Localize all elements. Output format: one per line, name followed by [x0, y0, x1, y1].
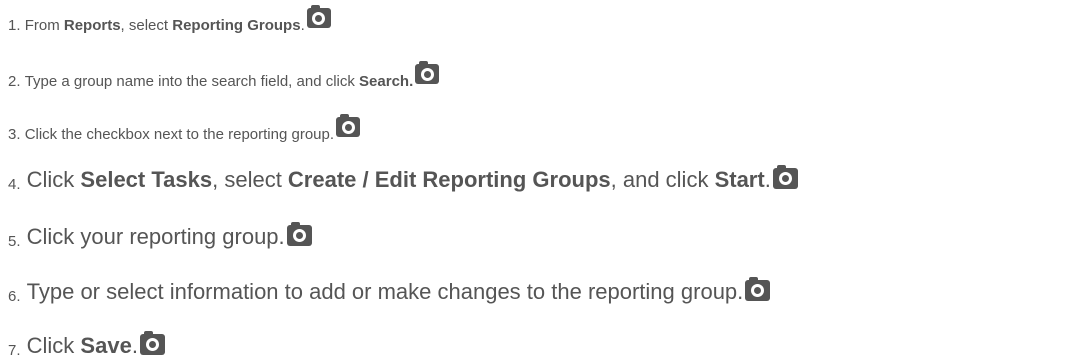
- ui-label-reports: Reports: [63, 17, 121, 34]
- text-segment: From: [24, 17, 64, 34]
- text-segment: Click: [26, 333, 81, 358]
- text-segment: , select: [120, 17, 173, 34]
- step-text: From Reports, select Reporting Groups.: [25, 17, 305, 34]
- step-7: 7. Click Save.: [8, 331, 165, 359]
- step-1: 1. From Reports, select Reporting Groups…: [8, 5, 331, 34]
- text-segment: , select: [212, 167, 288, 192]
- ui-label-reporting-groups: Reporting Groups: [172, 17, 301, 34]
- step-number: 6.: [8, 288, 21, 305]
- ui-label-save: Save: [80, 333, 132, 358]
- camera-icon[interactable]: [415, 61, 440, 84]
- step-text: Type or select information to add or mak…: [27, 279, 744, 305]
- step-2: 2. Type a group name into the search fie…: [8, 61, 440, 90]
- step-5: 5. Click your reporting group.: [8, 222, 312, 250]
- ui-label-search: Search.: [359, 73, 414, 90]
- text-segment: Type a group name into the search field,…: [24, 73, 360, 90]
- camera-icon[interactable]: [306, 5, 331, 28]
- camera-icon[interactable]: [286, 222, 312, 246]
- ui-label-start: Start: [714, 167, 765, 192]
- text-segment: Click your reporting group.: [26, 224, 285, 249]
- step-number: 1.: [8, 17, 21, 34]
- camera-icon[interactable]: [772, 165, 798, 189]
- step-text: Type a group name into the search field,…: [25, 73, 414, 90]
- step-text: Click the checkbox next to the reporting…: [25, 126, 334, 143]
- ui-label-select-tasks: Select Tasks: [80, 167, 213, 192]
- text-segment: .: [131, 333, 138, 358]
- step-text: Click Select Tasks, select Create / Edit…: [27, 167, 771, 193]
- step-number: 3.: [8, 126, 21, 143]
- text-segment: Click: [26, 167, 81, 192]
- camera-icon[interactable]: [745, 277, 771, 301]
- step-text: Click Save.: [27, 333, 138, 359]
- step-3: 3. Click the checkbox next to the report…: [8, 114, 361, 143]
- step-number: 7.: [8, 342, 21, 359]
- text-segment: .: [764, 167, 771, 192]
- text-segment: , and click: [610, 167, 715, 192]
- step-4: 4. Click Select Tasks, select Create / E…: [8, 165, 798, 193]
- step-text: Click your reporting group.: [27, 224, 285, 250]
- step-number: 4.: [8, 176, 21, 193]
- text-segment: Click the checkbox next to the reporting…: [24, 126, 335, 143]
- camera-icon[interactable]: [336, 114, 361, 137]
- text-segment: .: [300, 17, 305, 34]
- step-number: 2.: [8, 73, 21, 90]
- camera-icon[interactable]: [139, 331, 165, 355]
- step-6: 6. Type or select information to add or …: [8, 277, 771, 305]
- text-segment: Type or select information to add or mak…: [26, 279, 744, 304]
- step-number: 5.: [8, 233, 21, 250]
- ui-label-create-edit-reporting-groups: Create / Edit Reporting Groups: [287, 167, 611, 192]
